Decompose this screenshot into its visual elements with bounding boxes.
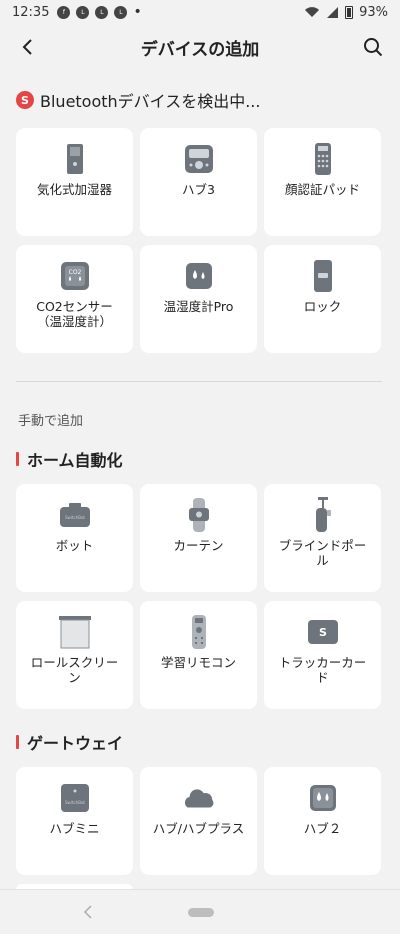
status-bar: 12:35 f L L L • 93% xyxy=(0,0,400,24)
humidifier-icon xyxy=(58,142,92,176)
search-icon xyxy=(364,38,383,57)
device-card-tracker-card[interactable]: S トラッカーカード xyxy=(264,601,381,709)
svg-text:CO2: CO2 xyxy=(68,269,81,276)
device-card-co2-sensor[interactable]: CO2 CO2センサー （温湿度計） xyxy=(16,245,133,353)
device-label: カーテン xyxy=(173,538,224,553)
chevron-left-icon xyxy=(83,905,92,919)
bluetooth-scan-status: S Bluetoothデバイスを検出中... xyxy=(16,88,260,112)
device-card-lock[interactable]: ロック xyxy=(264,245,381,353)
device-label: ハブミニ xyxy=(49,821,100,836)
switchbot-logo-icon: S xyxy=(16,91,34,109)
line-icon: L xyxy=(114,5,128,19)
device-card-meter-pro[interactable]: 温湿度計Pro xyxy=(140,245,257,353)
hub3-icon xyxy=(182,142,216,176)
chevron-left-icon xyxy=(22,39,32,55)
page-title: デバイスの追加 xyxy=(140,39,260,60)
device-label: ロールスクリーン xyxy=(30,655,119,685)
hub-plus-icon xyxy=(182,781,216,815)
device-card-hub-plus[interactable]: ハブ/ハブプラス xyxy=(140,767,257,875)
device-card-remote[interactable]: 学習リモコン xyxy=(140,601,257,709)
section-accent-bar xyxy=(16,452,19,466)
line-icon: L xyxy=(95,5,109,19)
section-divider xyxy=(16,381,382,382)
device-card-curtain[interactable]: カーテン xyxy=(140,484,257,592)
device-card-bot[interactable]: SwitchBot ボット xyxy=(16,484,133,592)
hub2-icon xyxy=(306,781,340,815)
battery-icon xyxy=(345,5,354,19)
battery-percent: 93% xyxy=(359,4,388,20)
section-title-home-automation: ホーム自動化 xyxy=(16,447,123,471)
device-label: 顔認証パッド xyxy=(284,182,360,197)
line-icon: L xyxy=(76,5,90,19)
scan-text: Bluetoothデバイスを検出中... xyxy=(40,92,261,111)
facebook-icon: f xyxy=(57,5,71,19)
blind-pole-icon xyxy=(306,497,340,532)
device-label: ハブ２ xyxy=(303,821,342,836)
svg-text:SwitchBot: SwitchBot xyxy=(65,515,85,520)
signal-icon xyxy=(327,7,339,18)
device-label: ハブ/ハブプラス xyxy=(152,821,245,836)
device-card-hub-mini[interactable]: SwitchBot ハブミニ xyxy=(16,767,133,875)
detected-devices-grid: 気化式加湿器 ハブ3 顔認証パッド CO2 CO2センサー （温湿度計） 温湿度計… xyxy=(16,128,382,353)
device-label: 気化式加湿器 xyxy=(36,182,112,197)
manual-add-label: 手動で追加 xyxy=(18,414,84,429)
device-card-hub3[interactable]: ハブ3 xyxy=(140,128,257,236)
device-label: ブラインドポール xyxy=(278,538,367,568)
device-card-hub2[interactable]: ハブ２ xyxy=(264,767,381,875)
remote-icon xyxy=(182,615,216,649)
keypad-icon xyxy=(306,142,340,176)
device-label: 学習リモコン xyxy=(160,655,236,670)
roller-shade-icon xyxy=(58,615,92,649)
device-label: 温湿度計Pro xyxy=(163,299,234,314)
bot-icon: SwitchBot xyxy=(58,498,92,532)
device-label: CO2センサー （温湿度計） xyxy=(36,299,113,329)
gateway-grid: SwitchBot ハブミニ ハブ/ハブプラス ハブ２ xyxy=(16,767,382,875)
device-label: トラッカーカード xyxy=(278,655,367,685)
search-button[interactable] xyxy=(360,34,386,60)
home-automation-grid: SwitchBot ボット カーテン ブラインドポール ロールスクリーン 学習リ… xyxy=(16,484,382,709)
device-label: ハブ3 xyxy=(182,182,215,197)
meter-pro-icon xyxy=(182,259,216,293)
wifi-icon xyxy=(305,7,320,17)
svg-text:SwitchBot: SwitchBot xyxy=(65,800,85,805)
notification-icons: f L L L • xyxy=(57,4,142,20)
nav-back-button[interactable] xyxy=(80,902,96,922)
system-nav-bar xyxy=(0,889,400,934)
section-title-gateway: ゲートウェイ xyxy=(16,730,123,754)
tracker-card-icon: S xyxy=(306,615,340,649)
device-label: ロック xyxy=(303,299,342,314)
hub-mini-icon: SwitchBot xyxy=(58,781,92,815)
app-header: デバイスの追加 xyxy=(0,24,400,70)
section-accent-bar xyxy=(16,735,19,749)
svg-text:S: S xyxy=(319,626,327,639)
device-label: ボット xyxy=(55,538,94,553)
device-card-roller-shade[interactable]: ロールスクリーン xyxy=(16,601,133,709)
curtain-icon xyxy=(182,498,216,532)
nav-home-pill[interactable] xyxy=(188,908,214,917)
co2-sensor-icon: CO2 xyxy=(58,259,92,293)
device-card-blind-pole[interactable]: ブラインドポール xyxy=(264,484,381,592)
device-card-keypad[interactable]: 顔認証パッド xyxy=(264,128,381,236)
status-time: 12:35 xyxy=(12,4,50,20)
more-notifications-dot: • xyxy=(133,4,142,20)
device-card-humidifier[interactable]: 気化式加湿器 xyxy=(16,128,133,236)
lock-icon xyxy=(306,259,340,293)
back-button[interactable] xyxy=(14,34,40,60)
